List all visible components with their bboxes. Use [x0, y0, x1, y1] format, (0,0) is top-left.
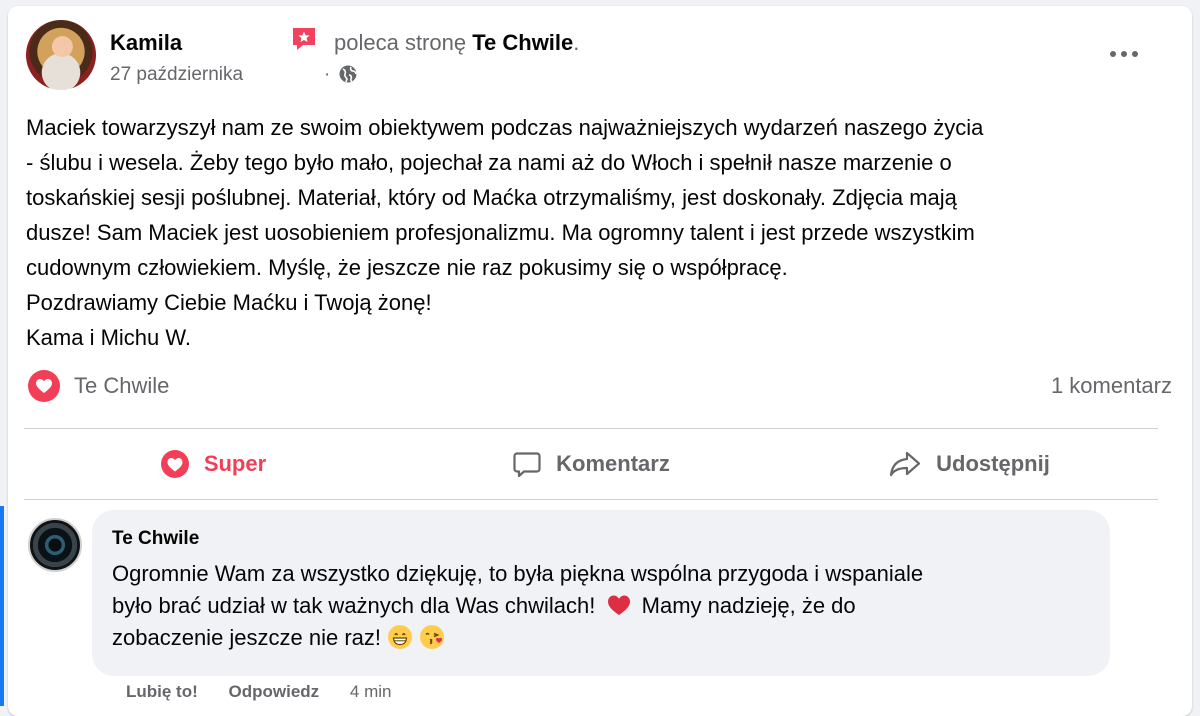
post-line: Maciek towarzyszył nam ze swoim obiektyw…	[26, 115, 984, 140]
post-body: Maciek towarzyszył nam ze swoim obiektyw…	[26, 110, 1146, 355]
dot	[1110, 51, 1116, 57]
comment-actions: Lubię to! Odpowiedz 4 min	[126, 682, 391, 702]
heart-icon	[36, 379, 52, 393]
commenter-avatar[interactable]	[28, 518, 82, 572]
super-button[interactable]: Super	[24, 428, 402, 500]
post-line: Pozdrawiamy Ciebie Maćku i Twoją żonę!	[26, 290, 432, 315]
comment-line-part: Mamy nadzieję, że do	[641, 593, 856, 618]
comment-text: Ogromnie Wam za wszystko dziękuję, to by…	[112, 558, 1092, 654]
comment-line-part: zobaczenie jeszcze nie raz!	[112, 625, 382, 650]
post-line: cudownym człowiekiem. Myślę, że jeszcze …	[26, 255, 788, 280]
globe-icon[interactable]	[338, 64, 358, 84]
post-line: dusze! Sam Maciek jest uosobieniem profe…	[26, 220, 975, 245]
share-label: Udostępnij	[936, 451, 1050, 476]
share-icon	[890, 451, 921, 477]
recommendation-prefix: poleca stronę	[334, 30, 467, 55]
post-line: - ślubu i wesela. Żeby tego było mało, p…	[26, 150, 952, 175]
divider	[24, 499, 1158, 500]
comment-line: było brać udział w tak ważnych dla Was c…	[112, 590, 1092, 622]
reaction-names[interactable]: Te Chwile	[74, 373, 169, 399]
post-line: Kama i Michu W.	[26, 325, 192, 350]
post-date[interactable]: 27 października	[110, 64, 243, 86]
grinning-face-emoji-icon	[388, 625, 413, 649]
comment-icon	[513, 452, 541, 478]
date-separator: ·	[324, 64, 331, 85]
post-author[interactable]: Kamila	[110, 30, 182, 56]
face-blowing-kiss-emoji-icon	[420, 625, 445, 649]
comment-time[interactable]: 4 min	[350, 682, 392, 701]
heart-icon	[160, 450, 189, 478]
dot	[1121, 51, 1127, 57]
comment-line: zobaczenie jeszcze nie raz!	[112, 622, 1092, 654]
recommendation-text: poleca stronę Te Chwile.	[334, 30, 579, 56]
comment-label: Komentarz	[556, 451, 670, 476]
share-button[interactable]: Udostępnij	[780, 428, 1158, 500]
recommendation-suffix: .	[573, 30, 580, 55]
recommendation-icon	[293, 28, 315, 50]
red-heart-emoji-icon	[607, 595, 630, 615]
recommended-page-link[interactable]: Te Chwile	[472, 30, 573, 55]
dot	[1132, 51, 1138, 57]
comment-button[interactable]: Komentarz	[402, 428, 780, 500]
comment-author[interactable]: Te Chwile	[112, 528, 199, 550]
comment-line: Ogromnie Wam za wszystko dziękuję, to by…	[112, 561, 924, 586]
comment-reply-button[interactable]: Odpowiedz	[229, 682, 320, 701]
heart-reaction-icon[interactable]	[28, 370, 60, 402]
post-line: toskańskiej sesji poślubnej. Materiał, k…	[26, 185, 957, 210]
author-avatar[interactable]	[26, 20, 96, 90]
more-dots-icon[interactable]	[1104, 40, 1144, 68]
action-bar: Super Komentarz Udostępnij	[24, 428, 1158, 500]
comment-like-button[interactable]: Lubię to!	[126, 682, 198, 701]
comment-count[interactable]: 1 komentarz	[1051, 373, 1172, 399]
super-label: Super	[203, 451, 267, 476]
comment-highlight-bar	[0, 506, 4, 706]
comment-line-part: było brać udział w tak ważnych dla Was c…	[112, 593, 596, 618]
